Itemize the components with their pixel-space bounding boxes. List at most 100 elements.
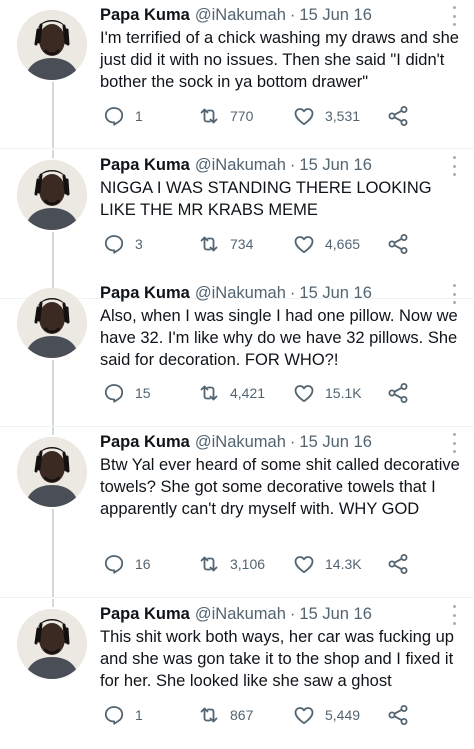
tweet[interactable]: Papa Kuma @iNakumah · 15 Jun 16 This shi… (0, 599, 474, 749)
reply-button[interactable]: 15 (102, 381, 197, 405)
tweet-actions: 15 4,421 15.1K (102, 381, 422, 405)
divider (0, 597, 474, 598)
retweet-button[interactable]: 3,106 (197, 552, 292, 576)
retweet-button[interactable]: 4,421 (197, 381, 292, 405)
tweet-actions: 16 3,106 14.3K (102, 552, 422, 576)
avatar[interactable] (17, 437, 87, 507)
like-button[interactable]: 15.1K (292, 381, 386, 405)
like-button[interactable]: 14.3K (292, 552, 386, 576)
thread-line (52, 82, 54, 149)
like-count: 15.1K (325, 385, 362, 401)
retweet-count: 3,106 (230, 556, 266, 572)
more-icon[interactable] (446, 6, 462, 26)
separator-dot: · (289, 605, 296, 623)
tweet[interactable]: Papa Kuma @iNakumah · 15 Jun 16 Also, wh… (0, 278, 474, 427)
display-name[interactable]: Papa Kuma (100, 154, 190, 176)
separator-dot: · (289, 156, 296, 174)
reply-icon (102, 104, 126, 128)
reply-count: 3 (135, 236, 143, 252)
display-name[interactable]: Papa Kuma (100, 431, 190, 453)
share-button[interactable] (386, 232, 410, 256)
tweet[interactable]: Papa Kuma @iNakumah · 15 Jun 16 Btw Yal … (0, 427, 474, 598)
like-count: 4,665 (325, 236, 361, 252)
avatar[interactable] (17, 10, 87, 80)
tweet[interactable]: Papa Kuma @iNakumah · 15 Jun 16 I'm terr… (0, 0, 474, 149)
more-icon[interactable] (446, 284, 462, 304)
like-button[interactable]: 5,449 (292, 703, 386, 727)
retweet-button[interactable]: 734 (197, 232, 292, 256)
tweet-content: Papa Kuma @iNakumah · 15 Jun 16 Btw Yal … (100, 431, 462, 520)
reply-button[interactable]: 1 (102, 703, 197, 727)
avatar-rail (0, 427, 100, 598)
display-name[interactable]: Papa Kuma (100, 603, 190, 625)
share-button[interactable] (386, 703, 410, 727)
tweet-header: Papa Kuma @iNakumah · 15 Jun 16 (100, 4, 462, 26)
tweet-date[interactable]: 15 Jun 16 (299, 154, 371, 176)
share-button[interactable] (386, 104, 410, 128)
avatar[interactable] (17, 288, 87, 358)
tweet-content: Papa Kuma @iNakumah · 15 Jun 16 This shi… (100, 603, 462, 692)
share-button[interactable] (386, 552, 410, 576)
reply-count: 1 (135, 108, 143, 124)
tweet[interactable]: Papa Kuma @iNakumah · 15 Jun 16 NIGGA I … (0, 150, 474, 299)
retweet-button[interactable]: 867 (197, 703, 292, 727)
retweet-button[interactable]: 770 (197, 104, 292, 128)
reply-button[interactable]: 1 (102, 104, 197, 128)
separator-dot: · (289, 433, 296, 451)
heart-icon (292, 381, 316, 405)
avatar-rail (0, 0, 100, 149)
like-button[interactable]: 4,665 (292, 232, 386, 256)
tweet-actions: 1 867 5,449 (102, 703, 422, 727)
tweet-header: Papa Kuma @iNakumah · 15 Jun 16 (100, 603, 462, 625)
tweet-text: Also, when I was single I had one pillow… (100, 307, 463, 369)
tweet-date[interactable]: 15 Jun 16 (299, 603, 371, 625)
user-handle[interactable]: @iNakumah (195, 282, 286, 304)
tweet-date[interactable]: 15 Jun 16 (299, 431, 371, 453)
tweet-date[interactable]: 15 Jun 16 (299, 4, 371, 26)
tweet-content: Papa Kuma @iNakumah · 15 Jun 16 Also, wh… (100, 282, 462, 371)
tweet-text: NIGGA I WAS STANDING THERE LOOKING LIKE … (100, 179, 437, 219)
tweet-text: Btw Yal ever heard of some shit called d… (100, 456, 465, 518)
user-handle[interactable]: @iNakumah (195, 154, 286, 176)
like-button[interactable]: 3,531 (292, 104, 386, 128)
more-icon[interactable] (446, 433, 462, 453)
tweet-content: Papa Kuma @iNakumah · 15 Jun 16 NIGGA I … (100, 154, 462, 221)
separator-dot: · (289, 6, 296, 24)
reply-button[interactable]: 3 (102, 232, 197, 256)
thread-line (52, 427, 54, 435)
thread-line (52, 509, 54, 598)
reply-icon (102, 703, 126, 727)
thread-line (52, 278, 54, 286)
avatar[interactable] (17, 609, 87, 679)
heart-icon (292, 104, 316, 128)
more-icon[interactable] (446, 605, 462, 625)
avatar[interactable] (17, 160, 87, 230)
display-name[interactable]: Papa Kuma (100, 4, 190, 26)
thread-line (52, 150, 54, 158)
user-handle[interactable]: @iNakumah (195, 431, 286, 453)
like-count: 3,531 (325, 108, 361, 124)
retweet-icon (197, 381, 221, 405)
reply-icon (102, 232, 126, 256)
separator-dot: · (289, 284, 296, 302)
display-name[interactable]: Papa Kuma (100, 282, 190, 304)
more-icon[interactable] (446, 156, 462, 176)
retweet-count: 867 (230, 707, 254, 723)
user-handle[interactable]: @iNakumah (195, 4, 286, 26)
reply-count: 1 (135, 707, 143, 723)
avatar-rail (0, 278, 100, 427)
share-button[interactable] (386, 381, 410, 405)
heart-icon (292, 232, 316, 256)
tweet-date[interactable]: 15 Jun 16 (299, 282, 371, 304)
retweet-icon (197, 552, 221, 576)
reply-button[interactable]: 16 (102, 552, 197, 576)
retweet-icon (197, 104, 221, 128)
retweet-icon (197, 232, 221, 256)
tweet-text: I'm terrified of a chick washing my draw… (100, 29, 464, 91)
retweet-count: 734 (230, 236, 254, 252)
divider (0, 148, 474, 149)
user-handle[interactable]: @iNakumah (195, 603, 286, 625)
share-icon (386, 552, 410, 576)
reply-count: 16 (135, 556, 151, 572)
reply-icon (102, 381, 126, 405)
